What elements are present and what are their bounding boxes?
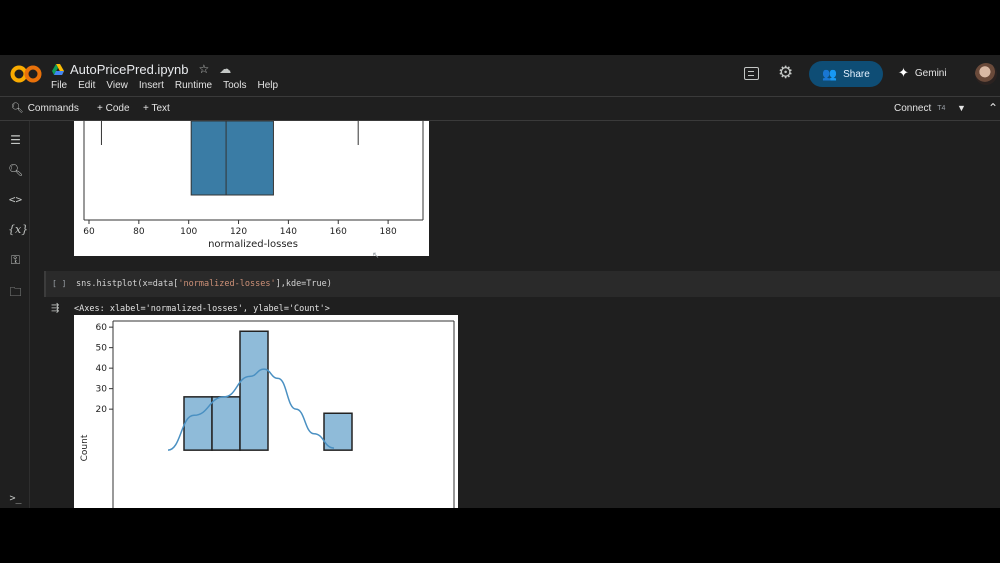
- menu-tools[interactable]: Tools: [223, 80, 246, 91]
- find-icon[interactable]: 🔍︎: [8, 163, 23, 177]
- star-icon[interactable]: ☆: [199, 62, 210, 76]
- x-tick-label: 140: [280, 227, 297, 237]
- gemini-icon: ✦: [898, 65, 909, 80]
- boxplot-output: 60 80 100 120 140 160 180 normalized-losses: [74, 121, 429, 256]
- add-code-button[interactable]: + Code: [97, 103, 130, 114]
- left-sidebar: ☰ 🔍︎ <> {x} ⚿ 🗀 >_: [0, 121, 30, 508]
- letterbox-top: [0, 0, 1000, 55]
- menu-bar: File Edit View Insert Runtime Tools Help: [51, 80, 278, 91]
- boxplot-xlabel: normalized-losses: [208, 239, 298, 250]
- menu-view[interactable]: View: [106, 80, 128, 91]
- cell-output-text: <Axes: xlabel='normalized-losses', ylabe…: [74, 304, 330, 314]
- histogram-bar: [211, 396, 241, 451]
- search-icon: 🔍︎: [11, 103, 24, 114]
- cloud-icon[interactable]: ☁: [219, 62, 231, 76]
- menu-file[interactable]: File: [51, 80, 67, 91]
- run-cell-button[interactable]: [ ]: [52, 279, 66, 288]
- y-tick-label: 40: [96, 364, 108, 374]
- colab-window: AutoPricePred.ipynb ☆ ☁ File Edit View I…: [0, 55, 1000, 508]
- code-suffix: ],kde=True): [275, 279, 332, 289]
- gear-icon[interactable]: ⚙: [778, 64, 793, 81]
- y-tick-label: 50: [96, 344, 108, 354]
- histogram-bar: [183, 396, 213, 451]
- people-icon: 👥: [822, 67, 838, 81]
- share-label: Share: [843, 68, 870, 80]
- file-name-row: AutoPricePred.ipynb ☆ ☁: [52, 61, 231, 77]
- iqr-box: [190, 121, 274, 196]
- gemini-button[interactable]: ✦ Gemini: [898, 65, 947, 81]
- menu-insert[interactable]: Insert: [139, 80, 164, 91]
- output-toggle-icon[interactable]: ⇶: [51, 303, 59, 314]
- code-string: 'normalized-losses': [178, 279, 276, 289]
- notebook-toolbar: 🔍︎ Commands + Code + Text Connect T4 ▼ ⌃: [0, 96, 1000, 121]
- chevron-up-icon[interactable]: ⌃: [988, 101, 998, 115]
- commands-label: Commands: [27, 103, 79, 114]
- code-editor[interactable]: sns.histplot(x=data['normalized-losses']…: [76, 279, 332, 289]
- histogram-output: 20 30 40 50 60 Count: [74, 315, 458, 508]
- gemini-label: Gemini: [914, 67, 947, 79]
- folder-icon[interactable]: 🗀: [8, 283, 23, 304]
- x-tick-label: 160: [330, 227, 347, 237]
- y-tick-label: 20: [96, 405, 108, 415]
- y-tick-label: 30: [96, 385, 108, 395]
- avatar[interactable]: [975, 63, 997, 85]
- code-icon[interactable]: <>: [8, 193, 23, 206]
- x-tick-label: 80: [133, 227, 145, 237]
- menu-help[interactable]: Help: [257, 80, 278, 91]
- connect-button[interactable]: Connect T4: [894, 103, 945, 114]
- x-tick-label: 180: [380, 227, 397, 237]
- connect-label: Connect: [894, 103, 932, 114]
- code-prefix: sns.histplot(x=data[: [76, 279, 179, 289]
- terminal-icon[interactable]: >_: [8, 493, 23, 504]
- share-button[interactable]: 👥 Share: [809, 61, 883, 87]
- histogram-bar: [239, 330, 269, 451]
- variables-icon[interactable]: {x}: [8, 223, 28, 236]
- histogram-bar: [323, 412, 353, 451]
- code-cell[interactable]: [ ] sns.histplot(x=data['normalized-loss…: [44, 271, 1000, 297]
- letterbox-bottom: [0, 508, 1000, 563]
- histogram-ylabel: Count: [80, 434, 90, 461]
- comment-icon[interactable]: [744, 67, 759, 80]
- drive-icon[interactable]: [52, 63, 64, 75]
- x-tick-label: 120: [230, 227, 247, 237]
- chevron-down-icon[interactable]: ▼: [957, 103, 966, 113]
- mouse-cursor: ↖: [372, 250, 380, 260]
- histogram-chart: 20 30 40 50 60 Count: [80, 320, 455, 508]
- add-text-button[interactable]: + Text: [143, 103, 170, 114]
- commands-button[interactable]: 🔍︎ Commands: [11, 103, 79, 114]
- key-icon[interactable]: ⚿: [8, 253, 23, 268]
- toc-icon[interactable]: ☰: [8, 133, 23, 147]
- app-header: AutoPricePred.ipynb ☆ ☁ File Edit View I…: [0, 55, 1000, 96]
- x-tick-label: 100: [180, 227, 197, 237]
- y-tick-label: 60: [96, 323, 108, 333]
- menu-runtime[interactable]: Runtime: [175, 80, 212, 91]
- colab-logo-icon[interactable]: [10, 64, 42, 84]
- notebook-content: 60 80 100 120 140 160 180 normalized-losses ↖ …: [31, 121, 1000, 508]
- notebook-title[interactable]: AutoPricePred.ipynb: [70, 62, 189, 77]
- runtime-type-label: T4: [937, 105, 946, 112]
- boxplot-chart: 60 80 100 120 140 160 180 normalized-losses: [83, 121, 424, 250]
- menu-edit[interactable]: Edit: [78, 80, 95, 91]
- x-tick-label: 60: [83, 227, 95, 237]
